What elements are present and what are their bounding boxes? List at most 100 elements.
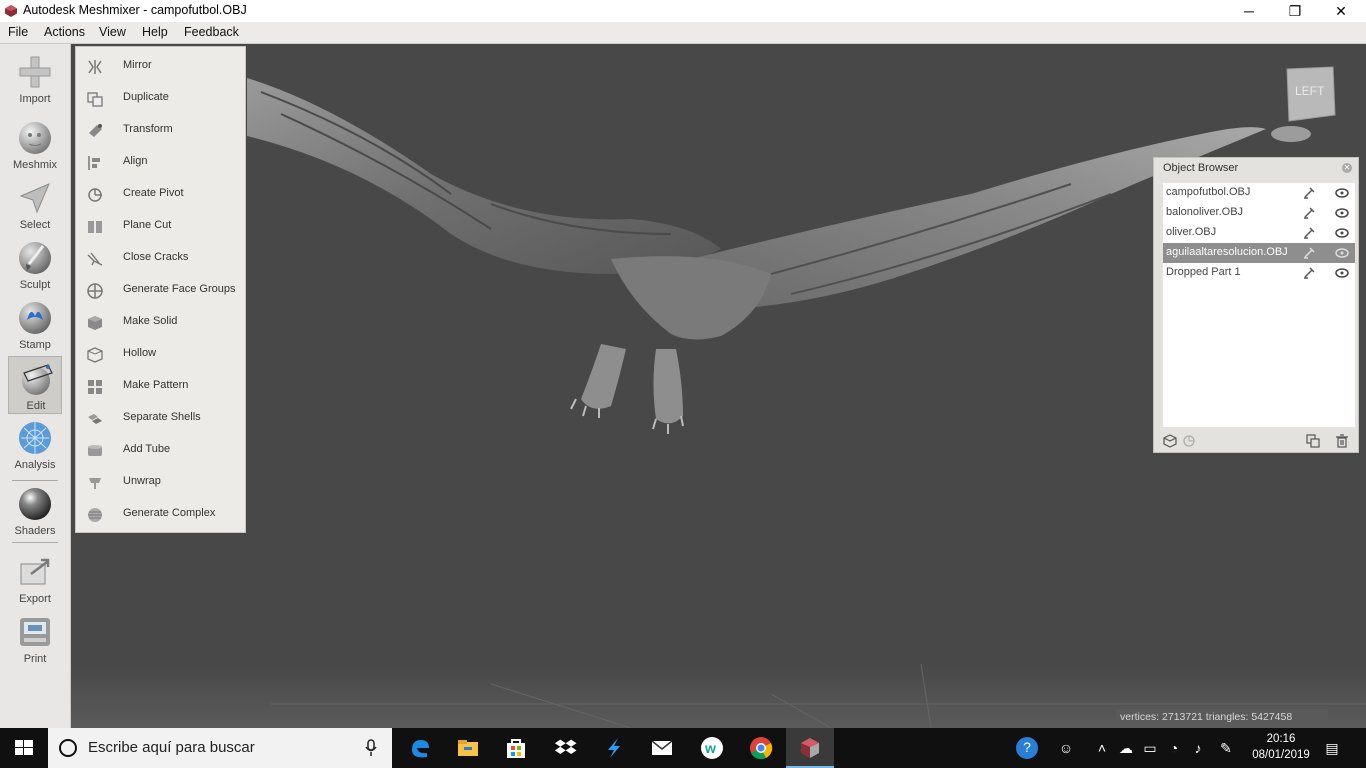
tool-stamp[interactable]: Stamp bbox=[8, 296, 62, 354]
object-row[interactable]: campofutbol.OBJ bbox=[1163, 183, 1355, 203]
tool-label: Edit bbox=[26, 400, 46, 412]
search-placeholder: Escribe aquí para buscar bbox=[88, 739, 255, 756]
edit-item-create-pivot[interactable]: Create Pivot bbox=[76, 179, 247, 211]
edit-item-hollow[interactable]: Hollow bbox=[76, 339, 247, 371]
volume-icon[interactable]: ♪ bbox=[1188, 738, 1208, 758]
clock-time: 20:16 bbox=[1266, 733, 1296, 745]
menu-help[interactable]: Help bbox=[142, 25, 168, 39]
object-row[interactable]: oliver.OBJ bbox=[1163, 223, 1355, 243]
edit-object-icon[interactable] bbox=[1302, 186, 1316, 200]
notifications-icon[interactable]: ▤ bbox=[1322, 738, 1342, 758]
edit-item-separate-shells[interactable]: Separate Shells bbox=[76, 403, 247, 435]
face-groups-icon bbox=[87, 283, 103, 299]
edit-item-label: Unwrap bbox=[123, 475, 161, 487]
tool-label: Analysis bbox=[14, 459, 56, 471]
edit-tools-menu: Mirror Duplicate Transform Align Create … bbox=[75, 46, 246, 533]
taskbar-chrome[interactable] bbox=[737, 728, 785, 768]
minimize-button[interactable]: ─ bbox=[1226, 0, 1272, 22]
edit-object-icon[interactable] bbox=[1302, 266, 1316, 280]
edit-item-duplicate[interactable]: Duplicate bbox=[76, 83, 247, 115]
tool-select[interactable]: Select bbox=[8, 176, 62, 234]
edit-item-unwrap[interactable]: Unwrap bbox=[76, 467, 247, 499]
edit-item-generate-face-groups[interactable]: Generate Face Groups bbox=[76, 275, 247, 307]
menu-feedback[interactable]: Feedback bbox=[184, 25, 239, 39]
duplicate-icon[interactable] bbox=[1306, 434, 1320, 448]
edit-item-generate-complex[interactable]: Generate Complex bbox=[76, 499, 247, 531]
taskbar-search-input[interactable]: Escribe aquí para buscar bbox=[48, 728, 392, 768]
pivot-icon[interactable] bbox=[1182, 434, 1196, 448]
edit-item-make-solid[interactable]: Make Solid bbox=[76, 307, 247, 339]
windows-start-icon[interactable] bbox=[0, 728, 48, 768]
tool-sculpt[interactable]: Sculpt bbox=[8, 236, 62, 294]
pen-icon[interactable]: ✎ bbox=[1216, 738, 1236, 758]
edit-item-label: Close Cracks bbox=[123, 251, 189, 263]
visibility-eye-icon[interactable] bbox=[1335, 267, 1349, 279]
edit-item-align[interactable]: Align bbox=[76, 147, 247, 179]
edit-item-label: Transform bbox=[123, 123, 173, 135]
cube-icon[interactable] bbox=[1163, 434, 1177, 448]
battery-icon[interactable]: ▭ bbox=[1140, 738, 1160, 758]
file-explorer-icon bbox=[458, 740, 478, 756]
edit-item-label: Create Pivot bbox=[123, 187, 184, 199]
close-button[interactable]: ✕ bbox=[1318, 0, 1364, 22]
wifi-icon[interactable]: ◔ bbox=[1164, 738, 1184, 758]
tool-print[interactable]: Print bbox=[8, 610, 62, 668]
toolbar-divider bbox=[12, 480, 58, 481]
viewcube[interactable]: LEFT bbox=[1283, 65, 1337, 125]
tool-meshmix[interactable]: Meshmix bbox=[8, 116, 62, 174]
taskbar-mail[interactable] bbox=[638, 728, 686, 768]
edit-object-icon[interactable] bbox=[1302, 246, 1316, 260]
tool-label: Shaders bbox=[14, 525, 56, 537]
chevron-up-icon[interactable]: ˄ bbox=[1092, 738, 1112, 758]
trash-icon[interactable] bbox=[1335, 434, 1349, 448]
tool-analysis[interactable]: Analysis bbox=[8, 416, 62, 474]
taskbar-clock[interactable]: 20:16 08/01/2019 bbox=[1248, 731, 1314, 763]
taskbar-meshmixer[interactable] bbox=[786, 728, 834, 768]
visibility-eye-icon[interactable] bbox=[1335, 227, 1349, 239]
edit-item-add-tube[interactable]: Add Tube bbox=[76, 435, 247, 467]
svg-text:w: w bbox=[704, 740, 716, 756]
taskbar-dropbox[interactable] bbox=[542, 728, 590, 768]
tool-shaders[interactable]: Shaders bbox=[8, 482, 62, 540]
taskbar-app-blue[interactable] bbox=[590, 728, 638, 768]
object-row[interactable]: Dropped Part 1 bbox=[1163, 263, 1355, 283]
edit-object-icon[interactable] bbox=[1302, 206, 1316, 220]
shells-icon bbox=[88, 414, 102, 424]
menu-actions[interactable]: Actions bbox=[44, 25, 85, 39]
meshmixer-logo-icon bbox=[5, 5, 17, 17]
edit-item-plane-cut[interactable]: Plane Cut bbox=[76, 211, 247, 243]
brush-icon bbox=[19, 242, 51, 274]
people-icon[interactable]: ☺ bbox=[1056, 738, 1076, 758]
edit-item-label: Duplicate bbox=[123, 91, 169, 103]
edit-item-transform[interactable]: Transform bbox=[76, 115, 247, 147]
taskbar-wattpad[interactable]: w bbox=[688, 728, 736, 768]
visibility-eye-icon[interactable] bbox=[1335, 247, 1349, 259]
object-row[interactable]: balonoliver.OBJ bbox=[1163, 203, 1355, 223]
microphone-icon[interactable] bbox=[364, 739, 378, 757]
store-icon bbox=[507, 739, 525, 758]
visibility-eye-icon[interactable] bbox=[1335, 187, 1349, 199]
window-title: Autodesk Meshmixer - campofutbol.OBJ bbox=[23, 3, 247, 17]
object-list: campofutbol.OBJ balonoliver.OBJ oliver.O… bbox=[1163, 183, 1355, 427]
mesh-stats-status: vertices: 2713721 triangles: 5427458 bbox=[1116, 709, 1328, 725]
menu-view[interactable]: View bbox=[99, 25, 126, 39]
onedrive-cloud-icon[interactable]: ☁ bbox=[1116, 738, 1136, 758]
taskbar-file-explorer[interactable] bbox=[444, 728, 492, 768]
object-row-selected[interactable]: aguilaaltaresolucion.OBJ bbox=[1163, 243, 1355, 263]
menu-file[interactable]: File bbox=[8, 25, 28, 39]
edit-item-close-cracks[interactable]: Close Cracks bbox=[76, 243, 247, 275]
tool-edit[interactable]: Edit bbox=[8, 356, 62, 414]
restore-button[interactable]: ❐ bbox=[1272, 0, 1318, 22]
edit-item-mirror[interactable]: Mirror bbox=[76, 51, 247, 83]
edit-object-icon[interactable] bbox=[1302, 226, 1316, 240]
tool-export[interactable]: Export bbox=[8, 550, 62, 608]
close-icon[interactable]: ✕ bbox=[1342, 163, 1352, 173]
taskbar-edge[interactable] bbox=[396, 728, 444, 768]
edit-sphere-icon bbox=[22, 364, 53, 395]
object-name: Dropped Part 1 bbox=[1166, 266, 1241, 278]
help-question-icon[interactable]: ? bbox=[1016, 737, 1038, 759]
edit-item-make-pattern[interactable]: Make Pattern bbox=[76, 371, 247, 403]
taskbar-store[interactable] bbox=[492, 728, 540, 768]
tool-import[interactable]: Import bbox=[8, 50, 62, 108]
visibility-eye-icon[interactable] bbox=[1335, 207, 1349, 219]
